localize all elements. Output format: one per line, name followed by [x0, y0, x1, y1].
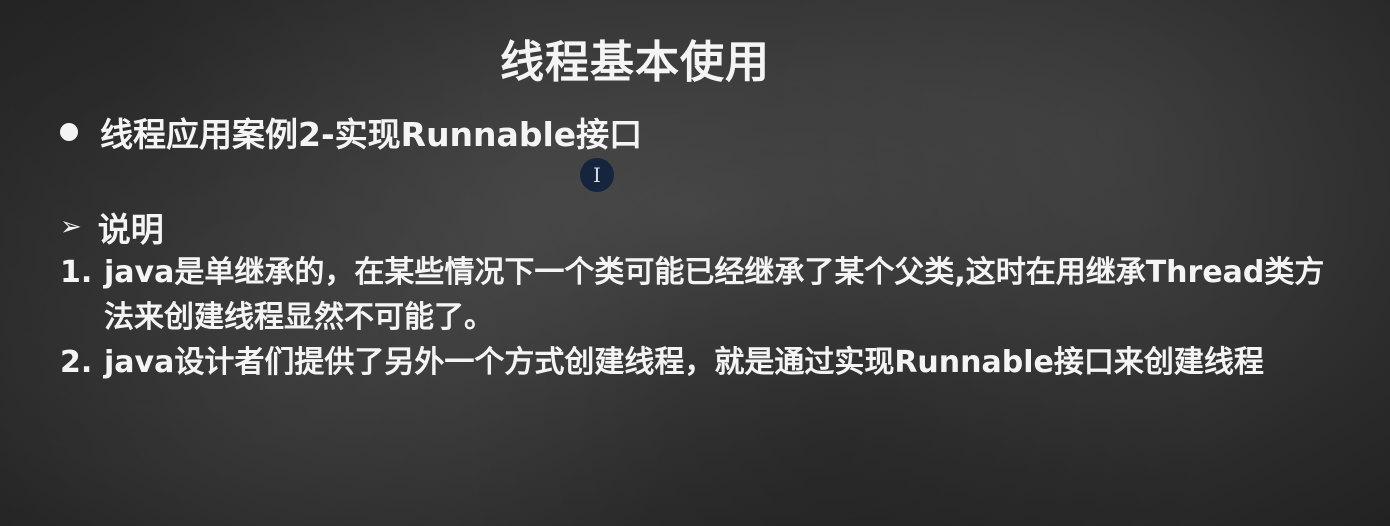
list-item-number: 1.	[60, 255, 93, 290]
bullet-dot-icon	[60, 123, 78, 141]
list-item: 1. java是单继承的，在某些情况下一个类可能已经继承了某个父类,这时在用继承…	[60, 250, 1350, 340]
section-heading-text: 说明	[97, 210, 164, 249]
slide-title: 线程基本使用	[500, 37, 770, 88]
section-heading: ➢ 说明	[60, 203, 164, 251]
bullet-text: 线程应用案例2-实现Runnable接口	[100, 115, 643, 154]
slide: 线程基本使用 线程应用案例2-实现Runnable接口 I ➢ 说明 1. ja…	[0, 0, 1390, 526]
list-item-text: java设计者们提供了另外一个方式创建线程，就是通过实现Runnable接口来创…	[104, 345, 1264, 380]
text-cursor-icon: I	[580, 158, 614, 192]
list-item-text: java是单继承的，在某些情况下一个类可能已经继承了某个父类,这时在用继承Thr…	[104, 255, 1325, 335]
list-item-number: 2.	[60, 345, 93, 380]
numbered-list: 1. java是单继承的，在某些情况下一个类可能已经继承了某个父类,这时在用继承…	[60, 250, 1350, 385]
list-item: 2. java设计者们提供了另外一个方式创建线程，就是通过实现Runnable接…	[60, 340, 1350, 385]
bullet-point: 线程应用案例2-实现Runnable接口	[60, 108, 642, 156]
arrow-icon: ➢	[60, 212, 82, 242]
